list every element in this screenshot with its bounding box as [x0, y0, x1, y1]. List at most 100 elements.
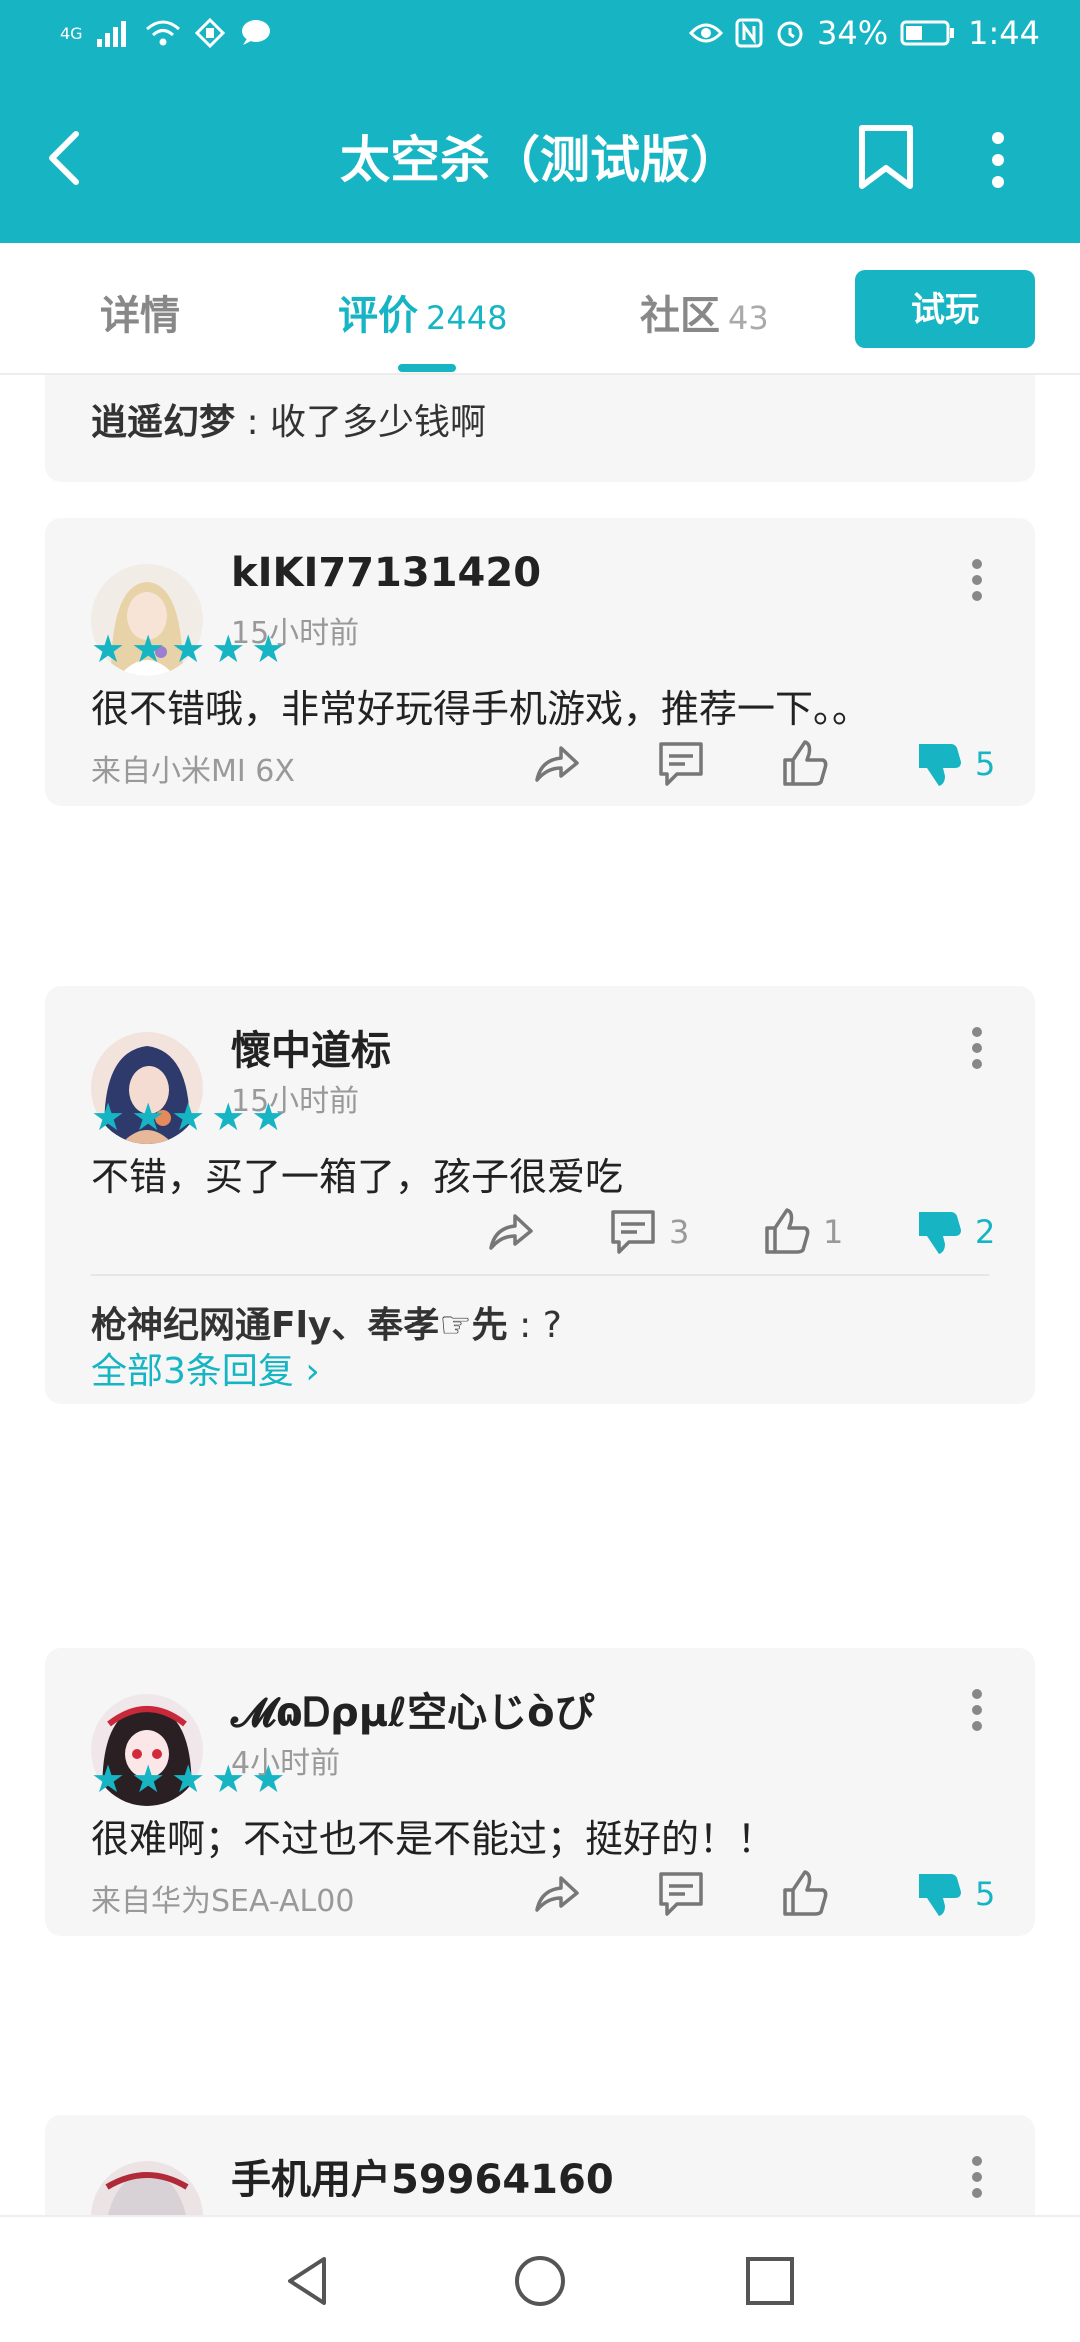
avatar[interactable] [91, 2161, 203, 2215]
bookmark-icon[interactable] [856, 124, 916, 190]
review-text: 很不错哦，非常好玩得手机游戏，推荐一下。。 [91, 687, 871, 731]
device-info: 来自华为SEA-AL00 [91, 1884, 355, 1919]
page-title: 太空杀（测试版） [340, 131, 740, 189]
tab-indicator [398, 364, 456, 372]
status-bar: 4G 34% 1:44 [0, 0, 1080, 72]
comment-button[interactable] [655, 738, 707, 790]
system-nav-bar [0, 2215, 1080, 2342]
dislike-count: 5 [975, 745, 996, 783]
comment-button[interactable] [655, 1868, 707, 1920]
star-rating: ★ ★ ★ ★ ★ [91, 1098, 285, 1136]
reply-user[interactable]: 逍遥幻梦 [91, 402, 235, 443]
review-text: 很难啊；不过也不是不能过；挺好的！！ [91, 1817, 776, 1861]
comment-icon [611, 1210, 655, 1254]
nav-home-icon[interactable] [512, 2253, 568, 2309]
like-button[interactable]: 1 [761, 1206, 843, 1258]
star-icon: ★ [171, 1757, 206, 1801]
username[interactable]: 手机用户59964160 [231, 2147, 614, 2205]
nav-recents-icon[interactable] [742, 2253, 798, 2309]
review-text: 不错，买了一箱了，孩子很爱吃 [91, 1155, 624, 1199]
star-icon: ★ [131, 627, 166, 671]
like-button[interactable] [779, 1868, 831, 1920]
reply-sep: : [507, 1305, 543, 1346]
star-icon: ★ [171, 627, 206, 671]
comment-count: 3 [669, 1213, 690, 1251]
comment-button[interactable]: 3 [607, 1206, 689, 1258]
share-button[interactable] [485, 1206, 537, 1258]
share-button[interactable] [531, 738, 583, 790]
tab-count: 43 [728, 299, 769, 337]
star-icon: ★ [91, 1095, 126, 1139]
more-options-icon[interactable] [986, 130, 1010, 190]
star-icon: ★ [251, 627, 286, 671]
dislike-button[interactable]: 2 [913, 1206, 995, 1258]
trial-play-button[interactable]: 试玩 [855, 270, 1035, 348]
username[interactable]: 𝓜ɷᎠρμℓ空心じòぴ [231, 1680, 595, 1738]
thumbs-up-icon [765, 1208, 810, 1254]
reply-user[interactable]: 枪神纪网通Fly、奉孝☞先 [91, 1305, 508, 1346]
review-card: kIKI77131420 15小时前 ★ ★ ★ ★ ★ 很不错哦，非常好玩得手机游戏，… [45, 518, 1035, 806]
reply-preview[interactable]: 枪神纪网通Fly、奉孝☞先 : ? [91, 1296, 562, 1348]
review-card: 𝓜ɷᎠρμℓ空心じòぴ 4小时前 ★ ★ ★ ★ ★ 很难啊；不过也不是不能过；挺好的！… [45, 1648, 1035, 1936]
nfc-icon [735, 18, 763, 48]
battery-percent: 34% [817, 14, 889, 52]
view-all-replies-link[interactable]: 全部3条回复 › [91, 1342, 320, 1394]
share-icon [489, 1214, 533, 1250]
star-icon: ★ [211, 1095, 246, 1139]
star-icon: ★ [251, 1757, 286, 1801]
review-menu-icon[interactable] [971, 1026, 983, 1070]
username[interactable]: 懷中道标 [231, 1018, 391, 1076]
app-bar: 太空杀（测试版） [0, 72, 1080, 243]
star-icon: ★ [91, 627, 126, 671]
reply-text: ? [542, 1305, 562, 1346]
review-list[interactable]: 逍遥幻梦 : 收了多少钱啊 kIKI77131420 15小时前 ★ ★ ★ ★ ★ 很… [0, 375, 1080, 2215]
nav-back-icon[interactable] [280, 2253, 336, 2309]
message-icon [241, 20, 270, 45]
star-rating: ★ ★ ★ ★ ★ [91, 1760, 285, 1798]
dislike-count: 5 [975, 1875, 996, 1913]
share-button[interactable] [531, 1868, 583, 1920]
like-count: 1 [823, 1213, 844, 1251]
tab-label: 评价 [338, 293, 418, 339]
tab-details[interactable]: 详情 [100, 283, 180, 341]
review-menu-icon[interactable] [971, 558, 983, 602]
reply-preview: 逍遥幻梦 : 收了多少钱啊 [91, 393, 486, 445]
clock: 1:44 [968, 14, 1040, 52]
thumbs-down-icon [919, 744, 961, 786]
star-icon: ★ [171, 1095, 206, 1139]
tab-community[interactable]: 社区 43 [640, 283, 769, 341]
alarm-icon [777, 21, 803, 47]
star-icon: ★ [131, 1757, 166, 1801]
star-icon: ★ [211, 1757, 246, 1801]
tab-reviews[interactable]: 评价 2448 [338, 283, 507, 341]
review-menu-icon[interactable] [971, 1688, 983, 1732]
star-icon: ★ [91, 1757, 126, 1801]
battery-icon [900, 20, 955, 46]
chevron-right-icon: › [305, 1351, 320, 1392]
thumbs-up-icon [783, 740, 828, 786]
thumbs-down-icon [919, 1212, 961, 1254]
dislike-count: 2 [975, 1213, 996, 1251]
hand-icon [194, 18, 225, 48]
signal-icon [96, 21, 126, 47]
review-card: 懷中道标 15小时前 ★ ★ ★ ★ ★ 不错，买了一箱了，孩子很爱吃 3 1 2 枪神… [45, 986, 1035, 1404]
share-icon [535, 746, 579, 782]
review-card-partial: 逍遥幻梦 : 收了多少钱啊 [45, 375, 1035, 482]
dislike-button[interactable]: 5 [913, 738, 995, 790]
dislike-button[interactable]: 5 [913, 1868, 995, 1920]
review-menu-icon[interactable] [971, 2155, 983, 2199]
avatar-image [91, 2161, 203, 2215]
eye-icon [689, 23, 724, 43]
thumbs-down-icon [919, 1874, 961, 1916]
wifi-icon [145, 20, 180, 46]
divider [91, 1274, 989, 1276]
device-info: 来自小米MI 6X [91, 754, 295, 789]
thumbs-up-icon [783, 1870, 828, 1916]
all-replies-label: 全部3条回复 [91, 1351, 294, 1392]
username[interactable]: kIKI77131420 [231, 550, 541, 596]
like-button[interactable] [779, 738, 831, 790]
star-icon: ★ [131, 1095, 166, 1139]
review-card: 手机用户59964160 [45, 2115, 1035, 2215]
comment-icon [659, 742, 703, 786]
comment-icon [659, 1872, 703, 1916]
